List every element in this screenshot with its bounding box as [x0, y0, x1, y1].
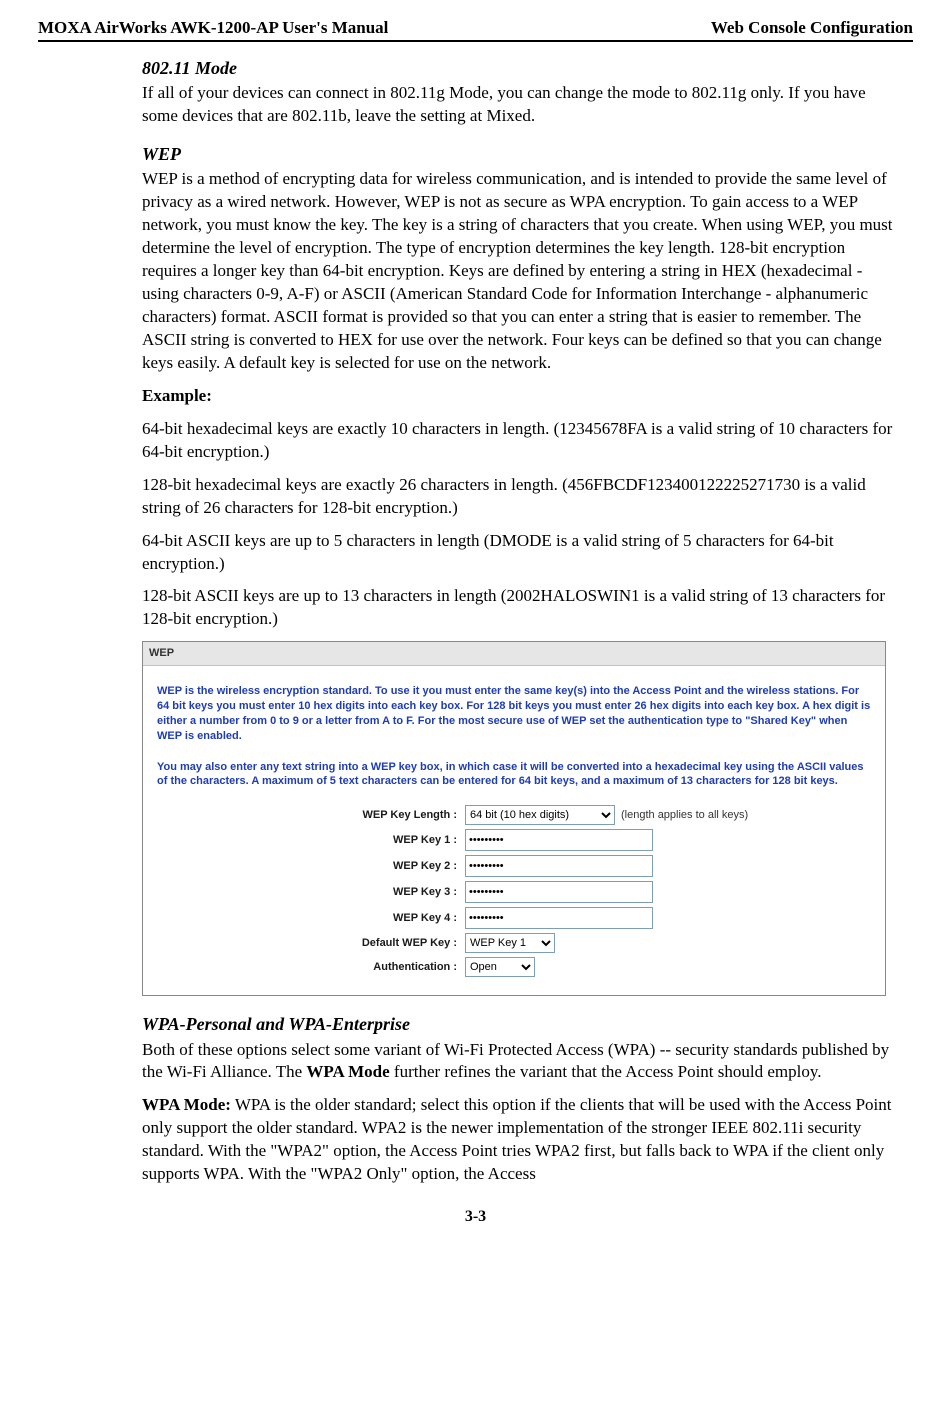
row-wep-key-1: WEP Key 1 :: [157, 829, 871, 851]
page: MOXA AirWorks AWK-1200-AP User's Manual …: [0, 0, 951, 1256]
heading-wep: WEP: [142, 142, 903, 166]
wep-key-length-note: (length applies to all keys): [621, 808, 748, 823]
authentication-select[interactable]: Open: [465, 957, 535, 977]
para-wpa-intro: Both of these options select some varian…: [142, 1039, 903, 1085]
label-authentication: Authentication :: [157, 960, 465, 975]
wpa-mode-bold: WPA Mode: [306, 1062, 389, 1081]
label-example: Example:: [142, 385, 903, 408]
para-example-64ascii: 64-bit ASCII keys are up to 5 characters…: [142, 530, 903, 576]
heading-wpa: WPA-Personal and WPA-Enterprise: [142, 1012, 903, 1036]
row-authentication: Authentication : Open: [157, 957, 871, 977]
header-left: MOXA AirWorks AWK-1200-AP User's Manual: [38, 18, 388, 38]
wep-blurb-2: You may also enter any text string into …: [157, 760, 871, 790]
page-header: MOXA AirWorks AWK-1200-AP User's Manual …: [38, 18, 913, 38]
wpa-mode-text: WPA is the older standard; select this o…: [142, 1095, 891, 1183]
label-wep-key-1: WEP Key 1 :: [157, 833, 465, 848]
label-wep-key-length: WEP Key Length :: [157, 808, 465, 823]
wep-panel-title: WEP: [143, 642, 885, 666]
para-example-128ascii: 128-bit ASCII keys are up to 13 characte…: [142, 585, 903, 631]
wep-blurb-1: WEP is the wireless encryption standard.…: [157, 684, 871, 743]
wep-screenshot-panel: WEP WEP is the wireless encryption stand…: [142, 641, 886, 996]
wpa-mode-label: WPA Mode:: [142, 1095, 231, 1114]
row-wep-key-2: WEP Key 2 :: [157, 855, 871, 877]
heading-80211-mode: 802.11 Mode: [142, 56, 903, 80]
para-wpa-mode: WPA Mode: WPA is the older standard; sel…: [142, 1094, 903, 1186]
para-example-64hex: 64-bit hexadecimal keys are exactly 10 c…: [142, 418, 903, 464]
para-80211-mode: If all of your devices can connect in 80…: [142, 82, 903, 128]
header-rule: [38, 40, 913, 42]
content: 802.11 Mode If all of your devices can c…: [38, 56, 913, 1186]
para-wep-desc: WEP is a method of encrypting data for w…: [142, 168, 903, 374]
label-wep-key-3: WEP Key 3 :: [157, 885, 465, 900]
label-default-wep-key: Default WEP Key :: [157, 936, 465, 951]
row-wep-key-3: WEP Key 3 :: [157, 881, 871, 903]
header-right: Web Console Configuration: [711, 18, 913, 38]
row-wep-key-4: WEP Key 4 :: [157, 907, 871, 929]
wep-key-length-select[interactable]: 64 bit (10 hex digits): [465, 805, 615, 825]
wep-key-2-input[interactable]: [465, 855, 653, 877]
wep-key-4-input[interactable]: [465, 907, 653, 929]
row-wep-key-length: WEP Key Length : 64 bit (10 hex digits) …: [157, 805, 871, 825]
wep-key-3-input[interactable]: [465, 881, 653, 903]
label-wep-key-4: WEP Key 4 :: [157, 911, 465, 926]
wep-key-1-input[interactable]: [465, 829, 653, 851]
default-wep-key-select[interactable]: WEP Key 1: [465, 933, 555, 953]
wpa-intro-b: further refines the variant that the Acc…: [390, 1062, 822, 1081]
page-number: 3-3: [38, 1208, 913, 1226]
wep-panel-body: WEP is the wireless encryption standard.…: [143, 666, 885, 995]
para-example-128hex: 128-bit hexadecimal keys are exactly 26 …: [142, 474, 903, 520]
label-wep-key-2: WEP Key 2 :: [157, 859, 465, 874]
row-default-wep-key: Default WEP Key : WEP Key 1: [157, 933, 871, 953]
